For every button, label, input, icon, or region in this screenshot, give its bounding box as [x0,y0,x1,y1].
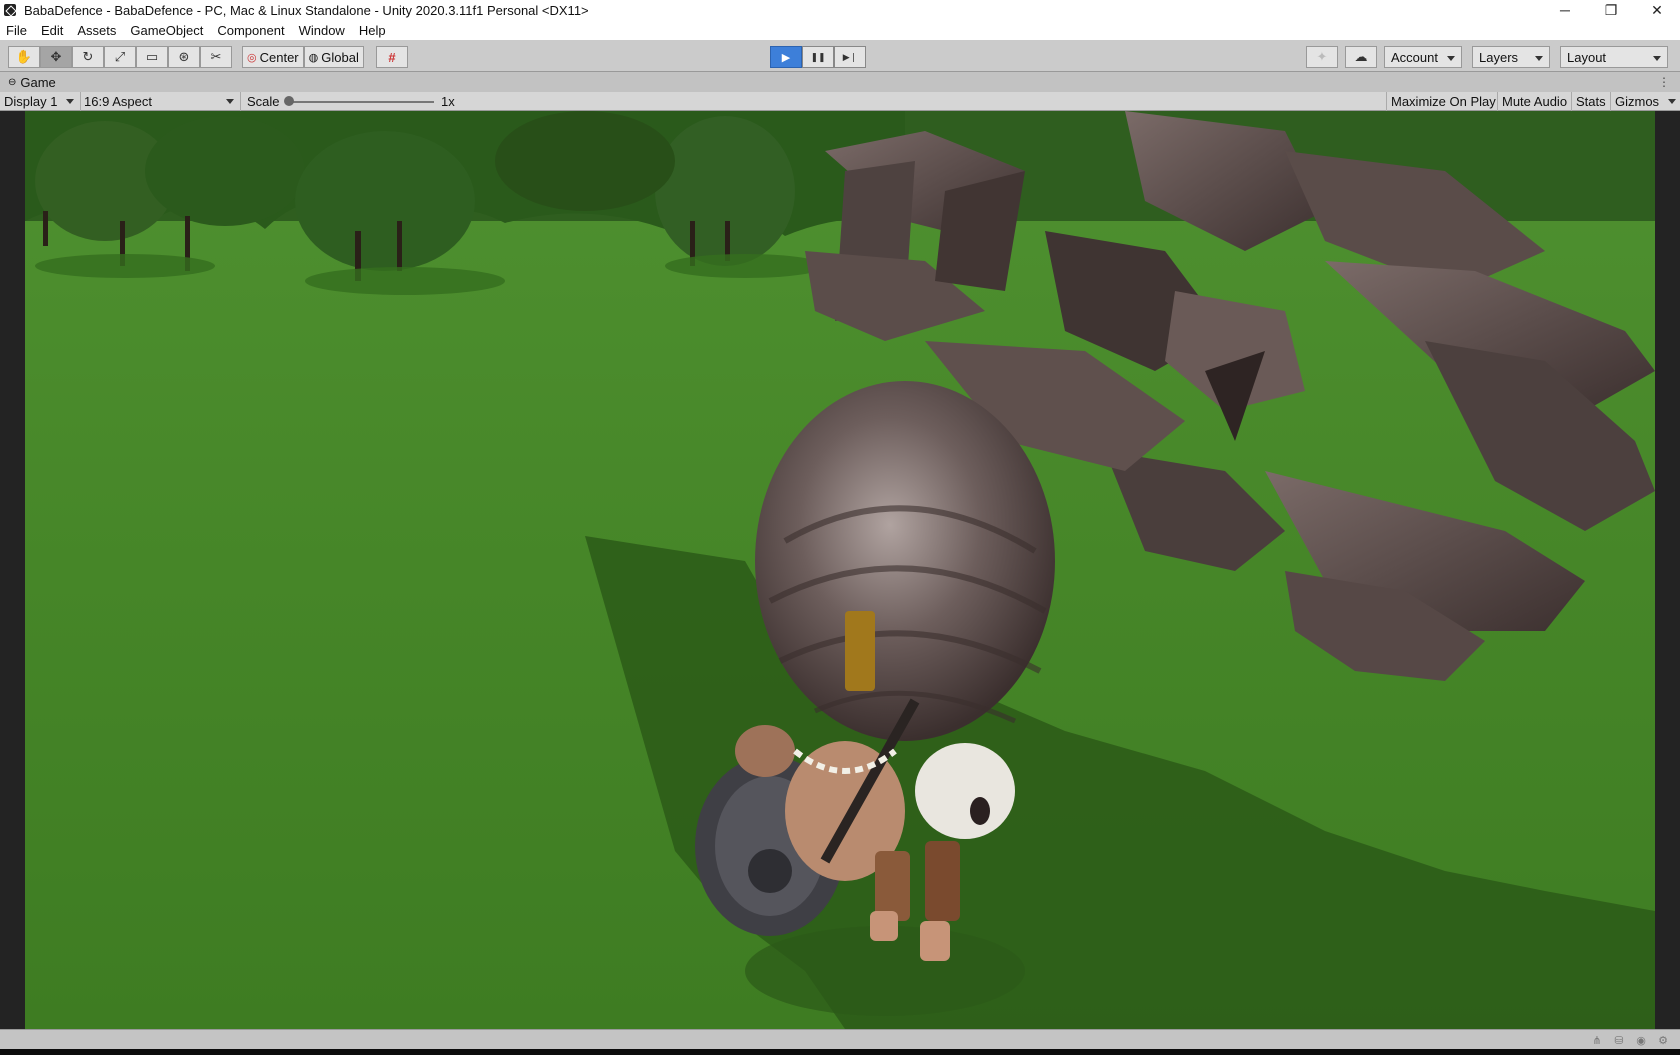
scale-slider-handle[interactable] [284,96,294,106]
custom-tool-button[interactable]: ✂ [200,46,232,68]
pause-button[interactable]: ❚❚ [802,46,834,68]
services-icon[interactable]: ◉ [1630,1032,1652,1048]
rotate-icon: ↻ [82,49,94,64]
separator [80,92,81,111]
display-label: Display 1 [4,94,58,109]
status-bar: ⋔ ⛁ ◉ ⚙ [0,1029,1680,1049]
gamepad-icon: ⊖ [8,76,17,88]
menu-assets[interactable]: Assets [77,23,116,38]
collab-status-icon[interactable]: ⛁ [1608,1032,1630,1048]
minimize-button[interactable]: ─ [1542,0,1588,20]
pivot-center-button[interactable]: ◎ Center [242,46,304,68]
settings-status-icon[interactable]: ⚙ [1652,1032,1674,1048]
scale-label: Scale [247,94,280,109]
scale-slider-track[interactable] [286,101,434,103]
status-icons: ⋔ ⛁ ◉ ⚙ [1586,1032,1674,1048]
grid-snap-button[interactable]: # [376,46,408,68]
game-viewport[interactable] [0,111,1680,1029]
collab-button[interactable]: ✦ [1306,46,1338,68]
hand-icon: ✋ [15,49,33,64]
menu-component[interactable]: Component [217,23,284,38]
play-icon: ▶ [781,51,791,64]
play-button[interactable]: ▶ [770,46,802,68]
game-scene[interactable] [25,111,1655,1029]
menu-file[interactable]: File [6,23,27,38]
cloud-button[interactable]: ☁ [1345,46,1377,68]
scene-render [25,111,1655,1029]
unity-app-icon [4,4,16,16]
separator [240,92,241,111]
game-view-toolbar: Display 1 16:9 Aspect Scale 1x Maximize … [0,92,1680,111]
close-button[interactable]: ✕ [1634,0,1680,20]
transform-tool-button[interactable]: ⊛ [168,46,200,68]
rect-tool-button[interactable]: ▭ [136,46,168,68]
mute-audio-toggle[interactable]: Mute Audio [1497,92,1571,111]
hand-tool-button[interactable]: ✋ [8,46,40,68]
move-tool-button[interactable]: ✥ [40,46,72,68]
scale-tool-button[interactable]: ⤢ [104,46,136,68]
main-toolbar: ✋ ✥ ↻ ⤢ ▭ ⊛ ✂ ◎ Center ◍ Global # ▶ ❚❚ ▶… [0,40,1680,72]
cloud-controls: ☁ [1345,46,1377,68]
cloud-icon: ☁ [1354,49,1368,64]
tab-game[interactable]: ⊖ Game [8,75,56,90]
snap-controls: # [376,46,408,68]
window-controls: ─ ❐ ✕ [1542,0,1680,20]
collab-icon: ✦ [1316,49,1328,64]
display-dropdown[interactable]: Display 1 [4,92,78,111]
maximize-on-play-toggle[interactable]: Maximize On Play [1386,92,1500,111]
rotate-tool-button[interactable]: ↻ [72,46,104,68]
tab-game-label: Game [20,74,56,90]
layout-dropdown[interactable]: Layout [1560,46,1668,68]
pivot-center-icon: ◎ [247,51,257,64]
pause-icon: ❚❚ [810,51,826,62]
grid-snap-icon: # [388,49,396,65]
layers-group: Layers [1472,46,1550,68]
window-title: BabaDefence - BabaDefence - PC, Mac & Li… [24,2,589,18]
title-bar: BabaDefence - BabaDefence - PC, Mac & Li… [0,0,1680,20]
bottom-strip [0,1049,1680,1055]
pivot-controls: ◎ Center ◍ Global [242,46,364,68]
account-group: Account [1384,46,1462,68]
pivot-global-button[interactable]: ◍ Global [303,46,364,68]
pivot-global-label: Global [321,49,359,65]
custom-tool-icon: ✂ [210,49,222,64]
menu-edit[interactable]: Edit [41,23,63,38]
step-button[interactable]: ▶❘ [834,46,866,68]
stats-toggle[interactable]: Stats [1571,92,1610,111]
step-icon: ▶❘ [842,51,858,62]
pivot-center-label: Center [259,49,299,65]
globe-icon: ◍ [308,51,319,64]
restore-button[interactable]: ❐ [1588,0,1634,20]
game-tab-bar: ⊖ Game ⋮ [0,72,1680,92]
play-controls: ▶ ❚❚ ▶❘ [770,46,866,68]
layers-dropdown[interactable]: Layers [1472,46,1550,68]
network-icon[interactable]: ⋔ [1586,1032,1608,1048]
collab-controls: ✦ [1306,46,1338,68]
aspect-label: 16:9 Aspect [84,94,152,109]
menu-bar: File Edit Assets GameObject Component Wi… [0,20,1680,40]
gizmos-dropdown[interactable]: Gizmos [1610,92,1680,111]
scale-value: 1x [441,94,455,109]
scale-icon: ⤢ [114,49,126,64]
move-icon: ✥ [50,49,62,64]
menu-help[interactable]: Help [359,23,386,38]
tab-menu-icon[interactable]: ⋮ [1658,75,1670,89]
account-dropdown[interactable]: Account [1384,46,1462,68]
menu-gameobject[interactable]: GameObject [130,23,203,38]
menu-window[interactable]: Window [299,23,345,38]
transform-icon: ⊛ [178,49,190,64]
gizmos-label: Gizmos [1615,94,1660,109]
layout-group: Layout [1560,46,1668,68]
aspect-dropdown[interactable]: 16:9 Aspect [84,92,238,111]
transform-tools: ✋ ✥ ↻ ⤢ ▭ ⊛ ✂ [8,46,232,68]
rect-icon: ▭ [145,49,159,64]
